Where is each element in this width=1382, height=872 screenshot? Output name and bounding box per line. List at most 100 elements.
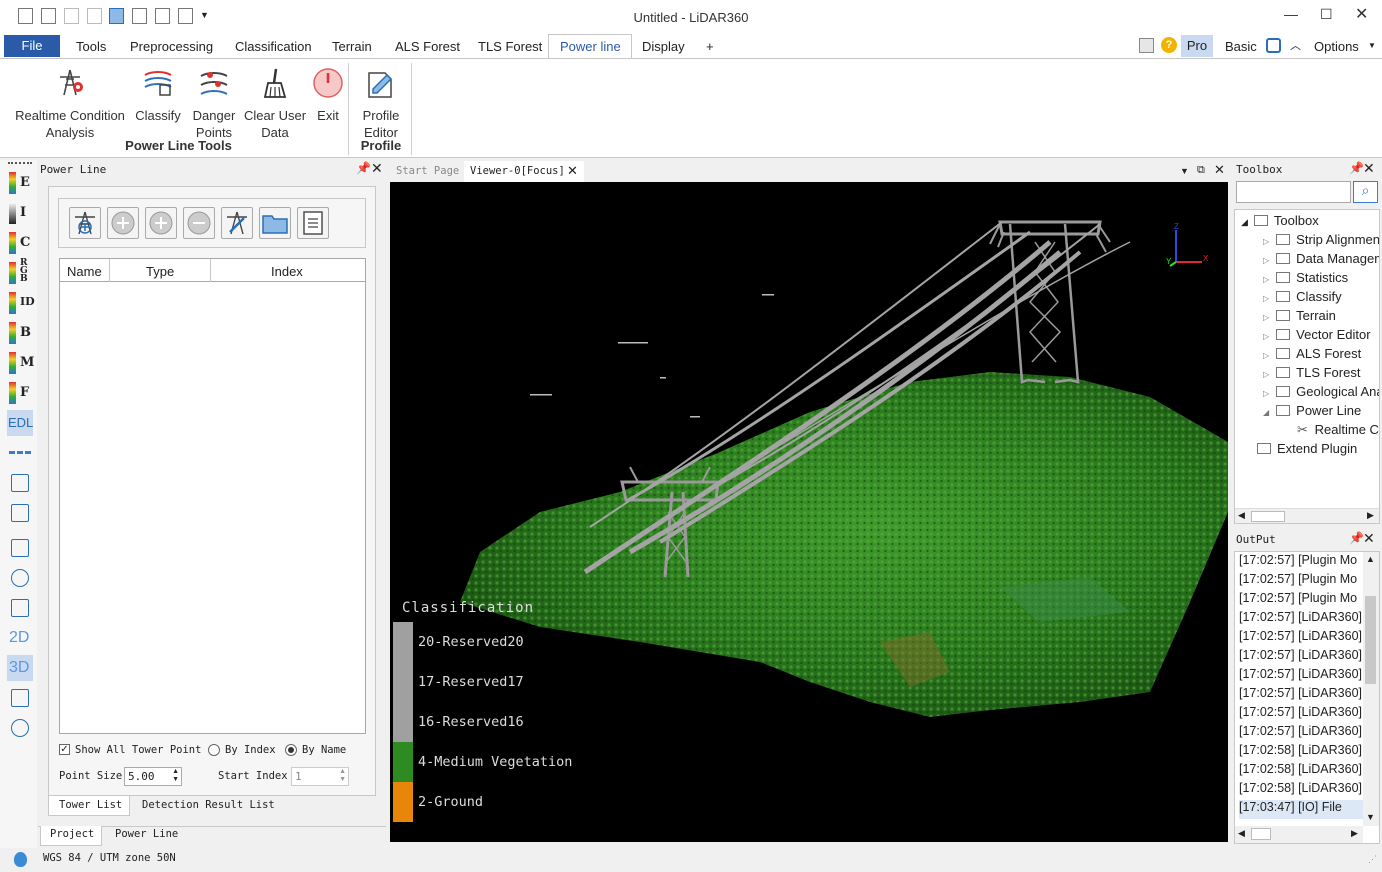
- pin-icon[interactable]: 📌: [1349, 531, 1364, 545]
- expand-arrow-icon[interactable]: ▷: [1263, 370, 1269, 379]
- tree-item-power-line[interactable]: ◢ Power Line: [1263, 403, 1379, 422]
- tree-item-statistics[interactable]: ▷ Statistics: [1263, 270, 1379, 289]
- elevation-color-icon[interactable]: E: [7, 170, 33, 196]
- tree-item-extend-plugin[interactable]: Extend Plugin: [1257, 441, 1357, 460]
- clear-user-data-button[interactable]: Clear User Data: [242, 67, 308, 141]
- tree-item-vector-editor[interactable]: ▷ Vector Editor: [1263, 327, 1379, 346]
- window-layout-icon[interactable]: [1139, 38, 1154, 53]
- add-window-icon[interactable]: [7, 685, 33, 711]
- intensity-color-icon[interactable]: I: [7, 200, 33, 226]
- expand-arrow-icon[interactable]: ▷: [1263, 351, 1269, 360]
- tree-item-geological-analysis[interactable]: ▷ Geological Analysis: [1263, 384, 1379, 403]
- classification-color-icon[interactable]: C: [7, 230, 33, 256]
- menu-tls-forest[interactable]: TLS Forest: [478, 39, 542, 54]
- classify-button[interactable]: Classify: [132, 67, 184, 124]
- log-line[interactable]: [17:02:57] [LiDAR360]: [1239, 629, 1363, 648]
- vertical-scrollbar[interactable]: ▲ ▼: [1363, 552, 1379, 826]
- log-line[interactable]: [17:02:58] [LiDAR360]: [1239, 762, 1363, 781]
- start-index-spinbox[interactable]: 1 ▲ ▼: [291, 767, 349, 786]
- add-tower-icon[interactable]: [69, 207, 101, 239]
- column-index[interactable]: Index: [271, 264, 303, 279]
- tree-root-toolbox[interactable]: ◢ Toolbox: [1241, 213, 1319, 232]
- tab-viewer-0[interactable]: Viewer-0[Focus] ✕: [464, 161, 584, 182]
- blend-color-icon[interactable]: B: [7, 320, 33, 346]
- menu-als-forest[interactable]: ALS Forest: [395, 39, 460, 54]
- 2d-icon[interactable]: 2D: [7, 625, 33, 651]
- point-cloud-scene[interactable]: Z X Y: [390, 182, 1228, 842]
- spin-arrows-icon[interactable]: ▲ ▼: [339, 768, 346, 784]
- menu-display[interactable]: Display: [642, 39, 685, 54]
- log-line[interactable]: [17:02:58] [LiDAR360]: [1239, 781, 1363, 800]
- panel-close-icon[interactable]: ✕: [1363, 160, 1375, 177]
- insert-up-icon[interactable]: [145, 207, 177, 239]
- tree-item-als-forest[interactable]: ▷ ALS Forest: [1263, 346, 1379, 365]
- menu-tools[interactable]: Tools: [76, 39, 106, 54]
- tree-item-tls-forest[interactable]: ▷ TLS Forest: [1263, 365, 1379, 384]
- scatter-icon[interactable]: [7, 595, 33, 621]
- toolbox-search-input[interactable]: [1236, 181, 1351, 203]
- insert-down-icon[interactable]: [107, 207, 139, 239]
- menu-add-tab[interactable]: +: [706, 39, 714, 54]
- menu-file[interactable]: File: [4, 35, 60, 57]
- expand-arrow-icon[interactable]: ▷: [1263, 332, 1269, 341]
- log-line[interactable]: [17:02:57] [LiDAR360]: [1239, 648, 1363, 667]
- camera-icon[interactable]: [7, 715, 33, 741]
- tab-power-line[interactable]: Power Line: [115, 828, 178, 840]
- pin-icon[interactable]: 📌: [1349, 161, 1364, 175]
- close-icon[interactable]: ✕: [1355, 4, 1368, 24]
- line-style-icon[interactable]: [7, 440, 33, 466]
- float-window-icon[interactable]: ⧉: [1197, 164, 1205, 177]
- tree-item-realtime[interactable]: ✂ Realtime Condition Analysis: [1297, 422, 1379, 441]
- log-line[interactable]: [17:02:57] [LiDAR360]: [1239, 667, 1363, 686]
- expand-arrow-icon[interactable]: ◢: [1263, 408, 1269, 417]
- horizontal-scrollbar[interactable]: ◀ ▶: [1235, 826, 1363, 843]
- menu-classification[interactable]: Classification: [235, 39, 312, 54]
- log-line[interactable]: [17:02:57] [LiDAR360]: [1239, 724, 1363, 743]
- edl-icon[interactable]: EDL: [7, 410, 33, 436]
- tree-item-classify[interactable]: ▷ Classify: [1263, 289, 1379, 308]
- id-color-icon[interactable]: ID: [7, 290, 35, 316]
- resize-grip-icon[interactable]: ⋰: [1368, 854, 1377, 865]
- column-name[interactable]: Name: [67, 264, 102, 279]
- tree-item-data-management[interactable]: ▷ Data Management: [1263, 251, 1379, 270]
- log-line[interactable]: [17:02:57] [Plugin Mo: [1239, 553, 1363, 572]
- tree-item-terrain[interactable]: ▷ Terrain: [1263, 308, 1379, 327]
- expand-arrow-icon[interactable]: ▷: [1263, 313, 1269, 322]
- realtime-condition-analysis-button[interactable]: Realtime Condition Analysis: [12, 67, 128, 141]
- by-index-radio[interactable]: [208, 744, 220, 756]
- orbit-icon[interactable]: [7, 565, 33, 591]
- maximize-icon[interactable]: ☐: [1320, 6, 1333, 23]
- menu-terrain[interactable]: Terrain: [332, 39, 372, 54]
- expand-arrow-icon[interactable]: ▷: [1263, 389, 1269, 398]
- 3d-icon[interactable]: 3D: [7, 655, 33, 681]
- tab-project[interactable]: Project: [40, 826, 102, 846]
- tab-close-icon[interactable]: ✕: [567, 163, 578, 179]
- tab-list-icon[interactable]: ▼: [1180, 166, 1189, 176]
- menu-power-line[interactable]: Power line: [560, 39, 621, 54]
- tab-detection-result-list[interactable]: Detection Result List: [142, 799, 275, 811]
- danger-points-button[interactable]: Danger Points: [188, 67, 240, 141]
- log-line[interactable]: [17:02:57] [LiDAR360]: [1239, 686, 1363, 705]
- rgb-color-icon[interactable]: R G B: [7, 259, 33, 286]
- viewer-close-icon[interactable]: ✕: [1214, 162, 1225, 178]
- exit-button[interactable]: Exit: [310, 67, 346, 124]
- point-cloud-viewer[interactable]: Z X Y Classification 20-Reserved20 17-Res…: [390, 182, 1228, 842]
- tab-tower-list[interactable]: Tower List: [48, 796, 130, 816]
- horizontal-scrollbar[interactable]: ◀ ▶: [1235, 508, 1379, 523]
- panel-close-icon[interactable]: ✕: [371, 160, 383, 177]
- log-line[interactable]: [17:02:57] [LiDAR360]: [1239, 610, 1363, 629]
- expand-arrow-icon[interactable]: ▷: [1263, 275, 1269, 284]
- by-name-radio[interactable]: [285, 744, 297, 756]
- collapse-ribbon-icon[interactable]: ︿: [1290, 37, 1301, 53]
- fusion-color-icon[interactable]: F: [7, 380, 33, 406]
- spin-arrows-icon[interactable]: ▲ ▼: [172, 768, 179, 784]
- log-line[interactable]: [17:02:58] [LiDAR360]: [1239, 743, 1363, 762]
- expand-arrow-icon[interactable]: ▷: [1263, 237, 1269, 246]
- pro-button[interactable]: Pro: [1181, 35, 1213, 57]
- cube-icon[interactable]: [7, 500, 33, 526]
- options-chevron-icon[interactable]: ▼: [1368, 41, 1376, 50]
- search-icon[interactable]: ⌕: [1353, 181, 1378, 203]
- basic-button[interactable]: Basic: [1225, 39, 1257, 54]
- box-icon[interactable]: [7, 470, 33, 496]
- pin-icon[interactable]: 📌: [356, 161, 371, 175]
